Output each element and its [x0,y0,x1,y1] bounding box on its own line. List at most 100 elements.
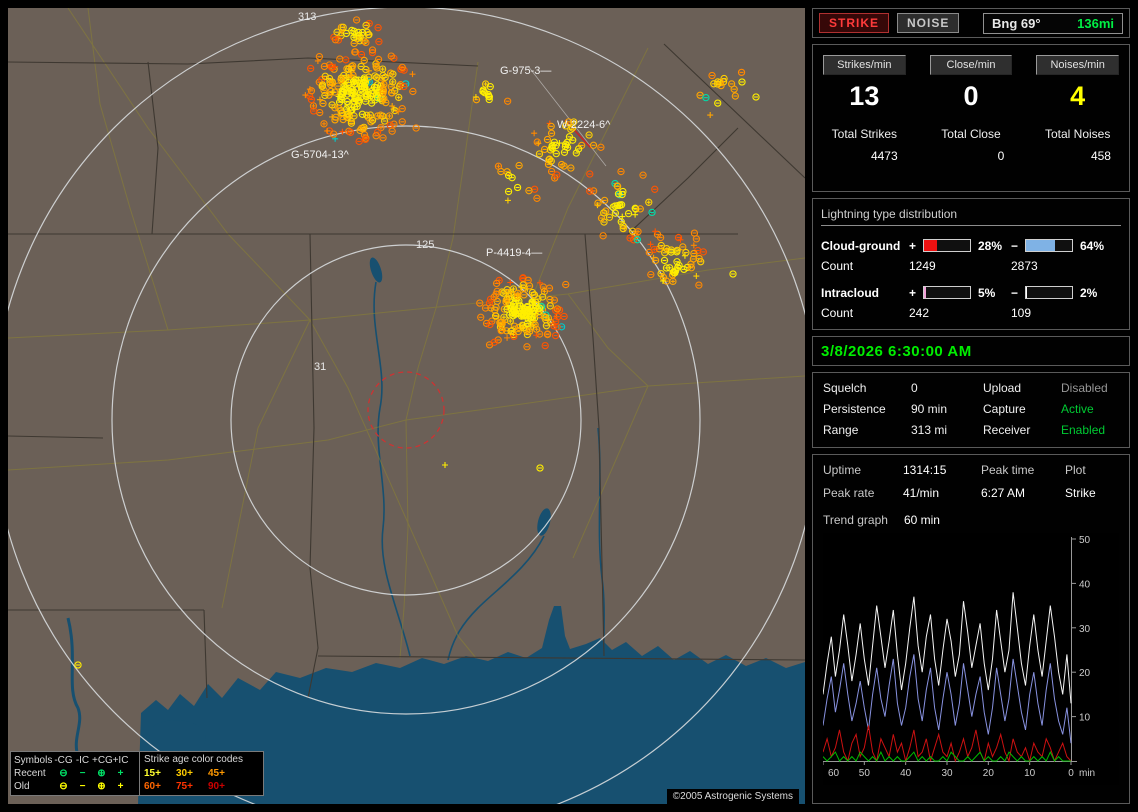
trend-graph-label: Trend graph [823,513,888,527]
plus-sign: + [909,285,917,300]
storm-label: G-5704-13^ [291,149,350,161]
svg-text:60: 60 [828,768,840,779]
ic-count-label: Count [821,305,854,320]
svg-text:30: 30 [1079,624,1091,635]
total-strikes-label: Total Strikes [831,127,897,141]
svg-text:50: 50 [859,768,871,779]
capture-status: Active [1061,402,1094,416]
cloud-ground-count-row: Count 1249 2873 [821,256,1121,275]
total-noises-value: 458 [1090,149,1111,163]
intracloud-count-row: Count 242 109 [821,303,1121,322]
uptime-label: Uptime [823,463,862,477]
trend-series-close [823,725,1072,763]
cloud-ground-row: Cloud-ground + 28% − 64% [821,235,1121,256]
svg-text:min: min [1079,768,1095,779]
peak-rate-label: Peak rate [823,486,875,500]
svg-text:0: 0 [1068,768,1074,779]
svg-text:50: 50 [1079,535,1091,546]
total-close-value: 0 [997,149,1005,163]
persistence-value: 90 min [911,402,948,416]
app-window: G-975-3— W-2224-6^ G-5704-13^ P-4419-4— 313… [0,0,1138,812]
uptime-value: 1314:15 [903,463,947,477]
plot-label: Plot [1065,463,1086,477]
peak-time-label: Peak time [981,463,1035,477]
ic-positive-count: 242 [909,305,930,320]
minus-sign: − [1011,238,1019,253]
noise-indicator-button[interactable]: NOISE [897,13,960,33]
range-label: Range [823,423,859,437]
svg-text:10: 10 [1024,768,1036,779]
strikes-per-min-button[interactable]: Strikes/min [823,55,906,75]
storm-label: P-4419-4— [486,247,542,259]
storm-label: G-975-3— [500,65,551,77]
range-value: 313 mi [911,423,948,437]
close-per-min-value: 0 [963,81,979,111]
svg-text:30: 30 [941,768,953,779]
svg-text:10: 10 [1079,713,1091,724]
svg-text:40: 40 [900,768,912,779]
noises-per-min-value: 4 [1070,81,1086,111]
intracloud-row: Intracloud + 5% − 2% [821,282,1121,303]
rates-panel: Strikes/min 13 Total Strikes 4473 Close/… [812,44,1130,192]
cg-positive-count: 1249 [909,258,936,273]
cg-positive-percent: 28% [978,238,1003,253]
bearing-range-value: 136mi [1077,15,1114,31]
status-panel: Uptime 1314:15 Peak time Plot Peak rate … [812,454,1130,804]
noises-per-min-button[interactable]: Noises/min [1036,55,1119,75]
intracloud-label: Intracloud [821,285,880,300]
receiver-status: Enabled [1061,423,1106,437]
map-panel[interactable]: G-975-3— W-2224-6^ G-5704-13^ P-4419-4— 313… [8,8,805,804]
date-time-display: 3/8/2026 6:30:00 AM [821,342,972,360]
ring-label-31: 31 [314,361,326,373]
strikes-per-min-value: 13 [849,81,880,111]
legend-recent-label: Recent [14,767,46,779]
cg-negative-bar [1025,239,1073,252]
peak-rate-value: 41/min [903,486,940,500]
strikes-column: Strikes/min 13 Total Strikes 4473 [823,55,906,163]
noises-column: Noises/min 4 Total Noises 458 [1036,55,1119,163]
svg-text:40: 40 [1079,579,1091,590]
bearing-readout: Bng 69° 136mi [983,12,1123,34]
clock-panel: 3/8/2026 6:30:00 AM [812,336,1130,366]
indicator-panel: STRIKE NOISE Bng 69° 136mi [812,8,1130,38]
squelch-value: 0 [911,381,918,395]
cg-positive-bar [923,239,971,252]
legend-age-codes: 15+ 30+ 45+ 60+ 75+ 90+ [144,767,225,792]
ic-negative-count: 109 [1011,305,1032,320]
trend-window-value: 60 min [903,513,940,527]
plus-sign: + [909,238,917,253]
peak-time-value: 6:27 AM [981,486,1026,500]
minus-sign: − [1011,285,1019,300]
map-legend: Symbols -CG -IC +CG+IC Recent ⊖ − ⊕ + Old ⊖ − ⊕… [10,751,264,796]
close-per-min-button[interactable]: Close/min [929,55,1013,75]
upload-status: Disabled [1061,381,1108,395]
ic-positive-percent: 5% [978,285,996,300]
copyright-text: ©2005 Astrogenic Systems [666,789,799,804]
cg-negative-percent: 64% [1080,238,1105,253]
persistence-label: Persistence [823,402,886,416]
receiver-label: Receiver [983,423,1031,437]
legend-symbols-title: Symbols [14,754,53,766]
ring-label-313: 313 [298,11,316,23]
cg-negative-count: 2873 [1011,258,1038,273]
legend-recent-glyphs: ⊖ − ⊕ + [59,767,124,779]
legend-old-glyphs: ⊖ − ⊕ + [59,780,124,792]
total-strikes-value: 4473 [870,149,898,163]
svg-text:20: 20 [983,768,995,779]
bearing-value: Bng 69° [992,15,1041,31]
ic-negative-bar [1025,286,1073,299]
total-noises-label: Total Noises [1044,127,1111,141]
ic-positive-bar [923,286,971,299]
upload-label: Upload [983,381,1022,395]
legend-old-label: Old [14,780,30,792]
svg-text:20: 20 [1079,668,1091,679]
plot-value: Strike [1065,486,1096,500]
trend-graph: 50 40 30 20 10 60 50 40 30 20 10 0 min [823,533,1119,785]
capture-label: Capture [983,402,1026,416]
cg-count-label: Count [821,258,854,273]
distribution-panel: Lightning type distribution Cloud-ground… [812,198,1130,330]
strike-indicator-button[interactable]: STRIKE [819,13,890,33]
ring-label-125: 125 [416,239,434,251]
distribution-title: Lightning type distribution [821,207,1121,226]
cloud-ground-label: Cloud-ground [821,238,901,253]
